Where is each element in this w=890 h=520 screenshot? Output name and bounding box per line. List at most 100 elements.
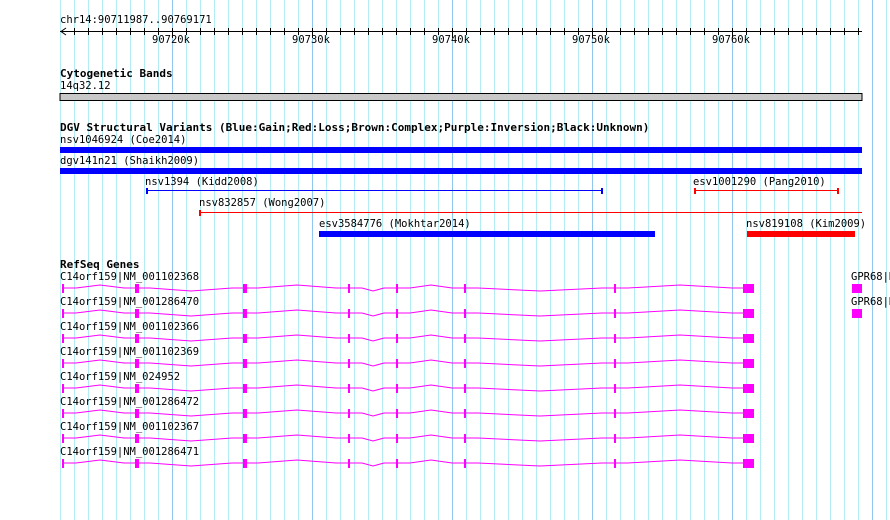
intron-line — [466, 462, 614, 467]
exon[interactable] — [614, 359, 616, 368]
exon[interactable] — [243, 284, 247, 293]
exon[interactable] — [464, 334, 466, 343]
intron-line — [398, 459, 464, 464]
exon[interactable] — [464, 284, 466, 293]
intron-line — [616, 459, 744, 464]
exon[interactable] — [396, 459, 398, 468]
exon[interactable] — [614, 459, 616, 468]
exon[interactable] — [614, 409, 616, 418]
exon[interactable] — [348, 409, 350, 418]
exon[interactable] — [243, 434, 247, 443]
intron-line — [350, 387, 396, 392]
intron-line — [466, 287, 614, 292]
gpr68-exon[interactable] — [852, 309, 862, 318]
dgv-feature-label: nsv1046924 (Coe2014) — [60, 134, 187, 146]
exon[interactable] — [243, 309, 247, 318]
intron-line — [246, 359, 348, 364]
exon[interactable] — [135, 384, 139, 393]
exon[interactable] — [62, 309, 64, 318]
exon-utr[interactable] — [743, 409, 754, 418]
intron-line — [246, 459, 348, 464]
exon-utr[interactable] — [743, 334, 754, 343]
exon[interactable] — [396, 434, 398, 443]
exon[interactable] — [396, 309, 398, 318]
exon-utr[interactable] — [743, 384, 754, 393]
intron-line — [350, 437, 396, 442]
dgv-feature-bar[interactable] — [60, 168, 862, 174]
exon[interactable] — [348, 384, 350, 393]
exon[interactable] — [62, 459, 64, 468]
transcript-label: C14orf159|NM_001102369 — [60, 346, 200, 358]
exon[interactable] — [62, 384, 64, 393]
exon[interactable] — [464, 459, 466, 468]
intron-line — [398, 284, 464, 289]
exon[interactable] — [135, 284, 139, 293]
exon[interactable] — [243, 384, 247, 393]
exon[interactable] — [135, 309, 139, 318]
transcript-label: C14orf159|NM_001286472 — [60, 396, 200, 408]
exon[interactable] — [614, 434, 616, 443]
exon[interactable] — [464, 309, 466, 318]
intron-line — [616, 434, 744, 439]
exon[interactable] — [348, 309, 350, 318]
dgv-feature-bar[interactable] — [60, 147, 862, 153]
exon-utr[interactable] — [743, 284, 754, 293]
exon[interactable] — [396, 409, 398, 418]
transcript-label: C14orf159|NM_001286470 — [60, 296, 200, 308]
transcript-label: C14orf159|NM_001102368 — [60, 271, 200, 283]
exon[interactable] — [243, 334, 247, 343]
gpr68-exon[interactable] — [852, 284, 862, 293]
exon[interactable] — [62, 284, 64, 293]
exon[interactable] — [464, 359, 466, 368]
exon[interactable] — [396, 384, 398, 393]
exon[interactable] — [464, 434, 466, 443]
exon[interactable] — [348, 284, 350, 293]
exon[interactable] — [348, 459, 350, 468]
exon[interactable] — [62, 409, 64, 418]
exon[interactable] — [464, 409, 466, 418]
exon[interactable] — [135, 434, 139, 443]
intron-line — [246, 334, 348, 339]
intron-line — [350, 312, 396, 317]
exon[interactable] — [243, 459, 247, 468]
ruler-tick-label: 90760k — [712, 34, 750, 46]
exon[interactable] — [62, 434, 64, 443]
exon[interactable] — [396, 359, 398, 368]
exon[interactable] — [135, 359, 139, 368]
refseq-track-title[interactable]: RefSeq Genes — [60, 258, 139, 271]
exon[interactable] — [348, 434, 350, 443]
intron-line — [398, 334, 464, 339]
exon[interactable] — [396, 334, 398, 343]
exon[interactable] — [243, 409, 247, 418]
exon-utr[interactable] — [743, 434, 754, 443]
dgv-feature-cap — [199, 210, 201, 216]
exon-utr[interactable] — [743, 359, 754, 368]
exon[interactable] — [614, 284, 616, 293]
cyto-track-title[interactable]: Cytogenetic Bands — [60, 67, 173, 80]
exon-utr[interactable] — [743, 459, 754, 468]
exon[interactable] — [135, 459, 139, 468]
intron-line — [398, 309, 464, 314]
exon[interactable] — [62, 334, 64, 343]
intron-line — [398, 434, 464, 439]
intron-line — [466, 437, 614, 442]
exon[interactable] — [348, 334, 350, 343]
exon[interactable] — [464, 384, 466, 393]
exon[interactable] — [614, 384, 616, 393]
dgv-feature-bar[interactable] — [747, 231, 855, 237]
exon[interactable] — [135, 409, 139, 418]
exon[interactable] — [348, 359, 350, 368]
intron-line — [246, 384, 348, 389]
exon[interactable] — [614, 309, 616, 318]
cytoband-bar[interactable] — [59, 93, 863, 101]
exon-utr[interactable] — [743, 309, 754, 318]
dgv-feature-bar[interactable] — [319, 231, 655, 237]
exon[interactable] — [243, 359, 247, 368]
exon[interactable] — [614, 334, 616, 343]
exon[interactable] — [62, 359, 64, 368]
transcript-label: C14orf159|NM_001286471 — [60, 446, 200, 458]
intron-line — [246, 284, 348, 289]
dgv-track-title[interactable]: DGV Structural Variants (Blue:Gain;Red:L… — [60, 121, 649, 134]
exon[interactable] — [396, 284, 398, 293]
exon[interactable] — [135, 334, 139, 343]
